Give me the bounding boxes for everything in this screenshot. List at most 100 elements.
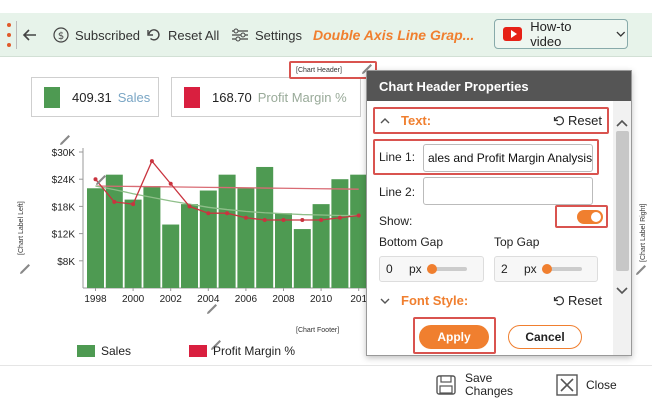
line2-label: Line 2:	[379, 185, 416, 199]
subscribed-button[interactable]: $ Subscribed	[53, 13, 140, 57]
show-label: Show:	[379, 214, 413, 228]
youtube-icon	[503, 27, 523, 41]
sliders-icon	[232, 28, 248, 42]
font-style-reset-button[interactable]: Reset	[553, 293, 602, 308]
save-label-line2: Changes	[465, 384, 514, 398]
chart-footer-placeholder[interactable]: [Chart Footer]	[296, 327, 339, 334]
bottom-gap-label: Bottom Gap	[379, 235, 444, 249]
close-label: Close	[586, 378, 617, 392]
line1-input[interactable]	[423, 144, 593, 172]
x-tick-label: 2000	[122, 294, 145, 305]
profit-margin-line-point	[131, 202, 136, 207]
top-gap-control[interactable]: 2 px	[494, 256, 598, 282]
edit-series-pencil-icon[interactable]	[94, 173, 108, 187]
page-title: Double Axis Line Grap...	[313, 27, 475, 43]
y-tick-label: $18K	[52, 202, 76, 213]
sales-bar	[350, 174, 366, 288]
text-section-toggle[interactable]: Text:	[379, 113, 431, 128]
profit-margin-line-point	[187, 204, 192, 209]
chart-header-properties-panel: Chart Header Properties Text: Reset Line…	[366, 70, 632, 356]
toolbar-bar: $ Subscribed Reset All Settings Double A…	[0, 13, 652, 57]
top-gap-slider-handle[interactable]	[541, 264, 552, 274]
show-toggle[interactable]	[577, 210, 603, 224]
top-gap-slider[interactable]	[541, 264, 582, 274]
bottom-sales-swatch	[77, 345, 95, 357]
profit-margin-line-point	[112, 199, 117, 204]
edit-right-label-pencil-icon[interactable]	[634, 263, 648, 277]
profit-value: 168.70	[212, 89, 252, 105]
sales-bar	[312, 204, 330, 288]
bottom-gap-control[interactable]: 0 px	[379, 256, 484, 282]
sales-bar	[162, 224, 180, 288]
profit-margin-line-point	[319, 218, 324, 222]
scroll-down-icon[interactable]	[613, 283, 632, 297]
profit-margin-line-point	[225, 211, 230, 216]
apply-button[interactable]: Apply	[419, 325, 489, 349]
floppy-disk-icon	[436, 375, 456, 395]
profit-swatch	[184, 86, 200, 108]
chevron-down-icon	[380, 298, 390, 304]
panel-title: Chart Header Properties	[367, 71, 631, 101]
edit-left-label-pencil-icon[interactable]	[18, 262, 32, 276]
top-gap-value[interactable]: 2	[501, 262, 519, 276]
sales-bar	[105, 174, 123, 288]
bottom-gap-slider[interactable]	[426, 264, 467, 274]
sales-bar	[124, 199, 142, 288]
legend-sales-box[interactable]: 409.31 Sales	[31, 77, 159, 117]
sales-bar	[331, 179, 349, 288]
reset-all-button[interactable]: Reset All	[146, 13, 219, 57]
settings-label: Settings	[255, 27, 302, 43]
cancel-button[interactable]: Cancel	[508, 325, 582, 349]
sales-value: 409.31	[72, 89, 112, 105]
bottom-gap-slider-handle[interactable]	[426, 264, 437, 274]
x-tick-label: 2010	[310, 294, 333, 305]
y-tick-label: $8K	[57, 257, 75, 268]
edit-xaxis-pencil-icon[interactable]	[205, 302, 219, 316]
legend-profit-box[interactable]: 168.70 Profit Margin %	[171, 77, 361, 117]
sales-bar	[237, 188, 255, 288]
reset-all-label: Reset All	[168, 27, 220, 43]
undo-icon	[553, 295, 565, 305]
top-gap-unit: px	[524, 262, 537, 276]
sales-bar	[87, 188, 104, 288]
undo-icon	[147, 29, 160, 41]
edit-axis-pencil-icon[interactable]	[58, 133, 72, 147]
bottom-gap-unit: px	[409, 262, 422, 276]
font-style-section-toggle[interactable]: Font Style:	[379, 293, 468, 308]
chart-label-right[interactable]: [Chart Label Right]	[640, 204, 647, 262]
scroll-up-icon[interactable]	[613, 117, 632, 131]
y-tick-label: $30K	[52, 148, 76, 159]
profit-margin-line-point	[356, 213, 361, 218]
footer-separator	[0, 365, 652, 366]
profit-margin-line-point	[262, 218, 267, 222]
chart-label-left[interactable]: [Chart Label Left]	[18, 201, 25, 255]
more-options-icon[interactable]	[7, 23, 11, 47]
x-tick-label: 1998	[84, 294, 107, 305]
svg-text:$: $	[58, 31, 64, 42]
bottom-profit-swatch	[189, 345, 207, 357]
back-button[interactable]	[22, 13, 38, 57]
howto-video-dropdown[interactable]: How-to video	[494, 19, 628, 49]
chart-header-placeholder[interactable]: [Chart Header]	[296, 67, 342, 74]
profit-margin-line-point	[168, 181, 173, 186]
profit-margin-line-point	[206, 211, 211, 216]
bottom-sales-label: Sales	[101, 344, 132, 358]
toolbar: $ Subscribed Reset All Settings Double A…	[0, 0, 652, 69]
save-changes-button[interactable]: Save Changes	[435, 372, 513, 398]
text-reset-button[interactable]: Reset	[553, 113, 602, 128]
profit-label: Profit Margin %	[257, 89, 347, 105]
font-style-section-title: Font Style:	[401, 293, 469, 308]
x-tick-label: 2006	[235, 294, 258, 305]
settings-button[interactable]: Settings	[231, 13, 302, 57]
arrow-left-icon	[22, 29, 36, 41]
line2-input[interactable]	[423, 177, 593, 205]
close-button[interactable]: Close	[556, 374, 617, 396]
panel-scrollbar-thumb[interactable]	[616, 131, 629, 271]
top-gap-label: Top Gap	[494, 235, 540, 249]
panel-scrollbar[interactable]	[613, 101, 632, 355]
sales-bar	[181, 204, 198, 288]
bottom-gap-value[interactable]: 0	[386, 262, 404, 276]
profit-margin-line-point	[149, 159, 154, 164]
profit-margin-line-point	[300, 218, 305, 222]
bottom-legend-profit: Profit Margin %	[189, 344, 295, 358]
